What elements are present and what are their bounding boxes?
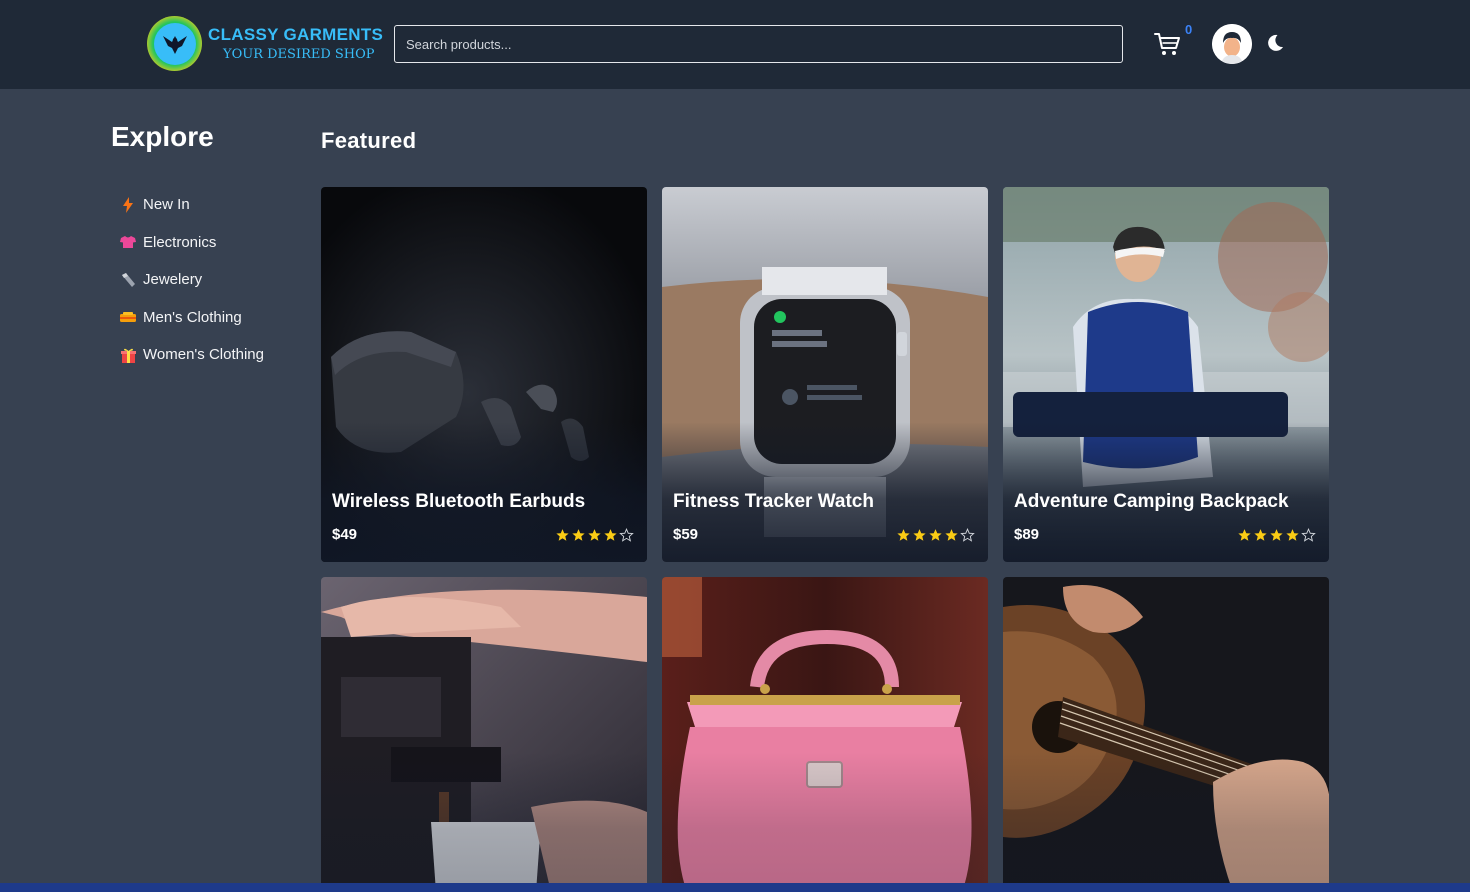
product-rating (1236, 528, 1316, 542)
star-filled-icon (1286, 529, 1299, 541)
star-filled-icon (897, 529, 910, 541)
sidebar-item-label: Jewelery (143, 271, 203, 289)
sidebar-item-jewelery[interactable]: Jewelery (120, 261, 264, 299)
product-rating (895, 528, 975, 542)
tshirt-icon (120, 234, 136, 250)
sidebar-item-label: Men's Clothing (143, 308, 242, 326)
sidebar-item-mens-clothing[interactable]: Men's Clothing (120, 299, 264, 337)
sidebar-item-womens-clothing[interactable]: Women's Clothing (120, 336, 264, 374)
star-empty-icon (960, 528, 975, 542)
sidebar-item-label: Women's Clothing (143, 346, 264, 364)
bottom-scroll-indicator (0, 883, 1470, 892)
cart-count-badge: 0 (1185, 22, 1193, 37)
cart-icon[interactable] (1153, 31, 1181, 57)
logo[interactable]: CLASSY GARMENTS YOUR DESIRED SHOP (147, 16, 383, 71)
logo-subtitle: YOUR DESIRED SHOP (223, 47, 375, 62)
ring-icon (120, 272, 136, 288)
product-card[interactable] (662, 577, 988, 892)
product-card[interactable]: Adventure Camping Backpack $89 (1003, 187, 1329, 562)
sidebar-title: Explore (111, 121, 214, 152)
logo-title: CLASSY GARMENTS (208, 25, 384, 44)
star-filled-icon (588, 529, 601, 541)
product-title: Fitness Tracker Watch (673, 491, 874, 512)
star-filled-icon (1254, 529, 1267, 541)
star-filled-icon (556, 529, 569, 541)
product-card[interactable] (321, 577, 647, 892)
star-filled-icon (572, 529, 585, 541)
sidebar-item-label: Electronics (143, 233, 217, 251)
product-price: $89 (1014, 526, 1040, 543)
section-title: Featured (321, 128, 417, 153)
product-price: $59 (673, 526, 699, 543)
moon-icon[interactable] (1265, 33, 1285, 53)
top-nav: CLASSY GARMENTS YOUR DESIRED SHOP 0 (0, 0, 1470, 89)
star-filled-icon (604, 529, 617, 541)
sidebar-item-electronics[interactable]: Electronics (120, 224, 264, 262)
star-filled-icon (929, 529, 942, 541)
product-card[interactable] (1003, 577, 1329, 892)
star-empty-icon (1301, 528, 1316, 542)
star-empty-icon (619, 528, 634, 542)
sidebar-item-label: New In (143, 196, 190, 214)
star-filled-icon (1238, 529, 1251, 541)
sidebar-item-new-in[interactable]: New In (120, 186, 264, 224)
product-title: Wireless Bluetooth Earbuds (332, 491, 586, 512)
product-rating (554, 528, 634, 542)
lightning-icon (120, 196, 136, 213)
star-filled-icon (913, 529, 926, 541)
logo-badge-icon (147, 16, 202, 71)
product-price: $49 (332, 526, 358, 543)
star-filled-icon (945, 529, 958, 541)
avatar[interactable] (1212, 24, 1252, 64)
clothing-icon (120, 309, 136, 325)
product-card[interactable]: Fitness Tracker Watch $59 (662, 187, 988, 562)
product-title: Adventure Camping Backpack (1014, 491, 1289, 512)
product-card[interactable]: Wireless Bluetooth Earbuds $49 (321, 187, 647, 562)
gift-icon (120, 347, 136, 363)
category-list: New In Electronics Jewelery Men's Clothi… (120, 186, 264, 374)
star-filled-icon (1270, 529, 1283, 541)
search-input[interactable] (394, 25, 1123, 63)
